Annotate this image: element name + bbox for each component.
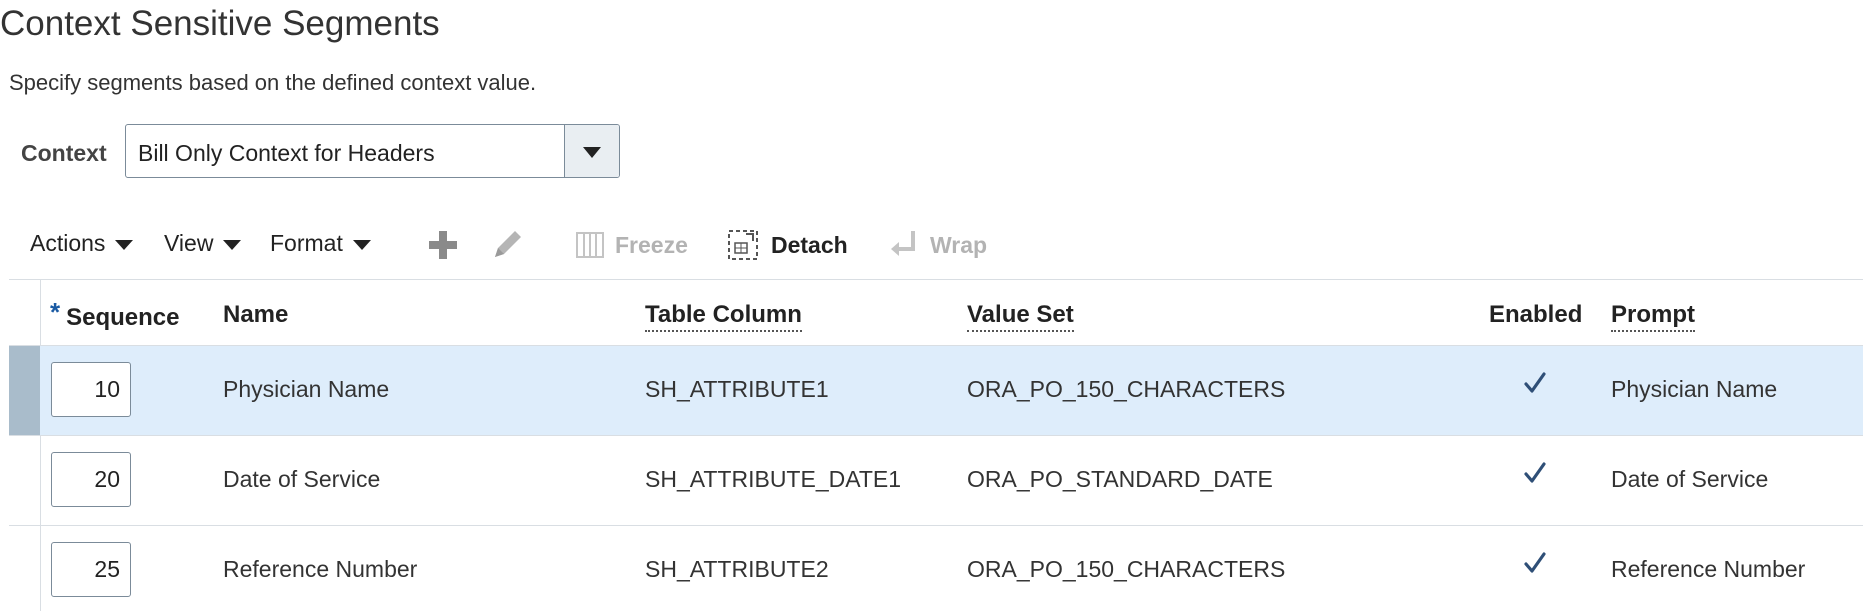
wrap-label: Wrap xyxy=(930,232,988,258)
enabled-check-icon xyxy=(1524,372,1546,393)
segments-table: * Sequence Name Table Column Value Set En… xyxy=(9,279,1863,611)
context-select-value: Bill Only Context for Headers xyxy=(138,140,435,166)
context-label: Context xyxy=(21,140,107,166)
row-table-column: SH_ATTRIBUTE2 xyxy=(645,556,829,582)
chevron-down-icon xyxy=(583,147,601,158)
column-header-sequence-label: Sequence xyxy=(66,304,180,331)
actions-menu-label: Actions xyxy=(30,230,106,256)
column-header-value-set-label: Value Set xyxy=(967,301,1074,332)
table-top-border xyxy=(9,279,1863,280)
enabled-check-icon xyxy=(1524,462,1546,483)
add-icon[interactable] xyxy=(427,229,459,261)
view-menu-label: View xyxy=(164,230,214,256)
caret-down-icon xyxy=(352,239,371,250)
row-name: Date of Service xyxy=(223,466,381,492)
row-prompt: Reference Number xyxy=(1611,556,1806,582)
format-menu-label: Format xyxy=(270,230,343,256)
row-table-column: SH_ATTRIBUTE_DATE1 xyxy=(645,466,902,492)
view-menu[interactable]: View xyxy=(164,230,242,257)
row-prompt: Date of Service xyxy=(1611,466,1769,492)
table-row[interactable]: Physician Name SH_ATTRIBUTE1 ORA_PO_150_… xyxy=(9,346,1863,435)
context-select[interactable]: Bill Only Context for Headers xyxy=(125,124,620,178)
table-row[interactable]: Date of Service SH_ATTRIBUTE_DATE1 ORA_P… xyxy=(9,436,1863,525)
format-menu[interactable]: Format xyxy=(270,230,371,257)
row-prompt: Physician Name xyxy=(1611,376,1778,402)
column-header-enabled[interactable]: Enabled xyxy=(1489,301,1582,329)
context-dropdown-button[interactable] xyxy=(564,125,619,177)
row-name: Reference Number xyxy=(223,556,418,582)
caret-down-icon xyxy=(115,239,134,250)
page-description: Specify segments based on the defined co… xyxy=(9,70,537,95)
freeze-label: Freeze xyxy=(615,232,688,258)
row-value-set: ORA_PO_150_CHARACTERS xyxy=(967,376,1286,402)
column-header-name[interactable]: Name xyxy=(223,301,288,329)
actions-menu[interactable]: Actions xyxy=(30,230,134,257)
row-name: Physician Name xyxy=(223,376,390,402)
enabled-check-icon xyxy=(1524,552,1546,573)
row-table-column: SH_ATTRIBUTE1 xyxy=(645,376,829,402)
required-marker: * xyxy=(50,297,61,327)
sequence-input[interactable] xyxy=(51,542,131,597)
row-selection-marker[interactable] xyxy=(9,346,40,435)
freeze-icon xyxy=(576,232,604,258)
sequence-input[interactable] xyxy=(51,362,131,417)
wrap-icon xyxy=(891,231,915,256)
sequence-input[interactable] xyxy=(51,452,131,507)
column-header-prompt-label: Prompt xyxy=(1611,301,1695,332)
column-header-table-column-label: Table Column xyxy=(645,301,802,332)
table-row[interactable]: Reference Number SH_ATTRIBUTE2 ORA_PO_15… xyxy=(9,526,1863,615)
edit-pencil-icon[interactable] xyxy=(489,227,525,263)
detach-icon xyxy=(728,230,758,260)
caret-down-icon xyxy=(223,239,242,250)
row-value-set: ORA_PO_STANDARD_DATE xyxy=(967,466,1273,492)
column-header-prompt[interactable]: Prompt xyxy=(1611,301,1695,332)
row-value-set: ORA_PO_150_CHARACTERS xyxy=(967,556,1286,582)
detach-label: Detach xyxy=(771,232,848,258)
page-title: Context Sensitive Segments xyxy=(0,4,440,43)
column-header-sequence[interactable]: * Sequence xyxy=(50,297,180,332)
column-header-value-set[interactable]: Value Set xyxy=(967,301,1074,332)
column-header-table-column[interactable]: Table Column xyxy=(645,301,802,332)
table-toolbar: Actions View Format Freeze Detach Wrap xyxy=(0,225,1863,265)
